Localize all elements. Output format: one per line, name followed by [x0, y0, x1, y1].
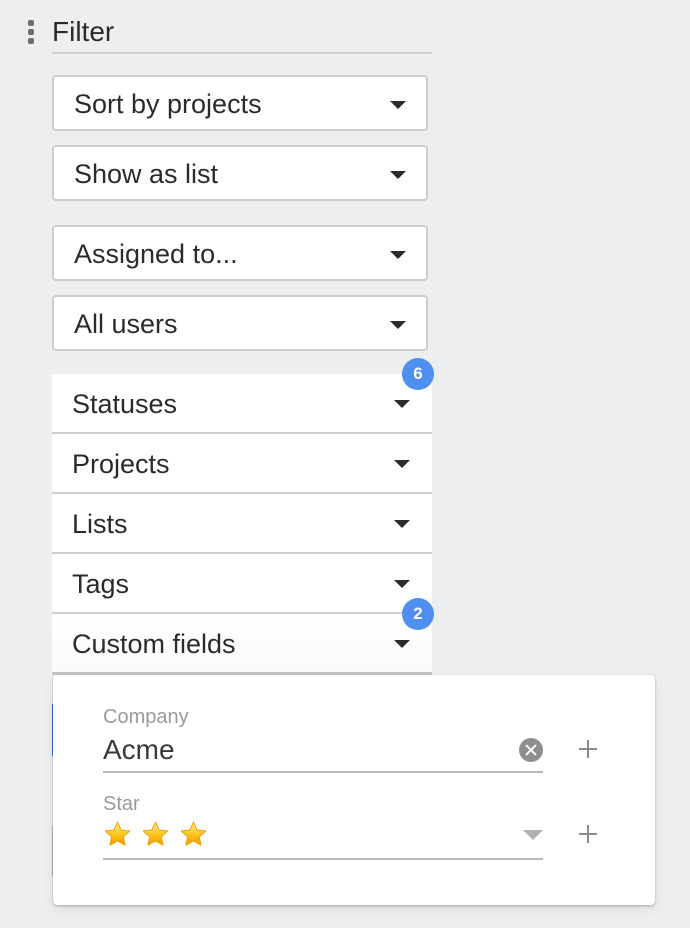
- filter-header: Filter: [24, 12, 432, 54]
- caret-down-icon: [394, 640, 410, 648]
- view-select-value: Show as list: [74, 159, 219, 189]
- star-icon: [142, 821, 169, 846]
- caret-down-icon: [394, 400, 410, 408]
- add-icon[interactable]: [579, 825, 597, 843]
- star-icon: [104, 821, 131, 846]
- custom-field-company: Company Acme: [103, 705, 603, 775]
- add-icon[interactable]: [579, 740, 597, 758]
- count-badge: 2: [402, 598, 434, 630]
- field-label: Company: [103, 706, 189, 728]
- filter-label: Custom fields: [72, 629, 236, 659]
- assignment-select-value: Assigned to...: [74, 239, 238, 269]
- field-label: Star: [103, 793, 140, 815]
- caret-down-icon: [394, 520, 410, 528]
- assignment-select[interactable]: Assigned to...: [52, 225, 428, 281]
- filter-label: Projects: [72, 449, 170, 479]
- company-value: Acme: [103, 734, 175, 765]
- filter-list: Statuses 6 Projects Lists Tags Custom fi…: [52, 358, 434, 675]
- star-select[interactable]: [103, 818, 543, 860]
- caret-down-icon: [390, 321, 406, 329]
- users-select[interactable]: All users: [52, 295, 428, 351]
- filter-tags[interactable]: Tags: [52, 554, 432, 614]
- view-select[interactable]: Show as list: [52, 145, 428, 201]
- caret-down-icon: [390, 251, 406, 259]
- count-badge: 6: [402, 358, 434, 390]
- users-select-value: All users: [74, 309, 178, 339]
- custom-fields-popover: Company Acme Star: [53, 675, 655, 905]
- star-rating: [103, 820, 208, 849]
- filter-lists[interactable]: Lists: [52, 494, 432, 554]
- filter-label: Statuses: [72, 389, 178, 419]
- custom-field-star: Star: [103, 792, 603, 862]
- filter-label: Tags: [72, 569, 130, 599]
- caret-down-icon: [394, 460, 410, 468]
- title-divider: [52, 52, 432, 54]
- filter-statuses[interactable]: Statuses 6: [52, 358, 434, 434]
- filter-projects[interactable]: Projects: [52, 434, 432, 494]
- panel-title: Filter: [52, 16, 115, 47]
- sort-select-value: Sort by projects: [74, 89, 262, 119]
- clear-icon[interactable]: [519, 738, 543, 762]
- caret-down-icon: [390, 101, 406, 109]
- filter-custom-fields[interactable]: Custom fields 2: [52, 598, 434, 675]
- caret-down-icon: [394, 580, 410, 588]
- company-input[interactable]: Acme: [103, 731, 543, 773]
- caret-down-icon: [390, 171, 406, 179]
- filter-label: Lists: [72, 509, 128, 539]
- sort-select[interactable]: Sort by projects: [52, 75, 428, 131]
- drag-handle-icon[interactable]: [28, 20, 34, 44]
- dropdown-icon[interactable]: [523, 830, 543, 840]
- star-icon: [180, 821, 207, 846]
